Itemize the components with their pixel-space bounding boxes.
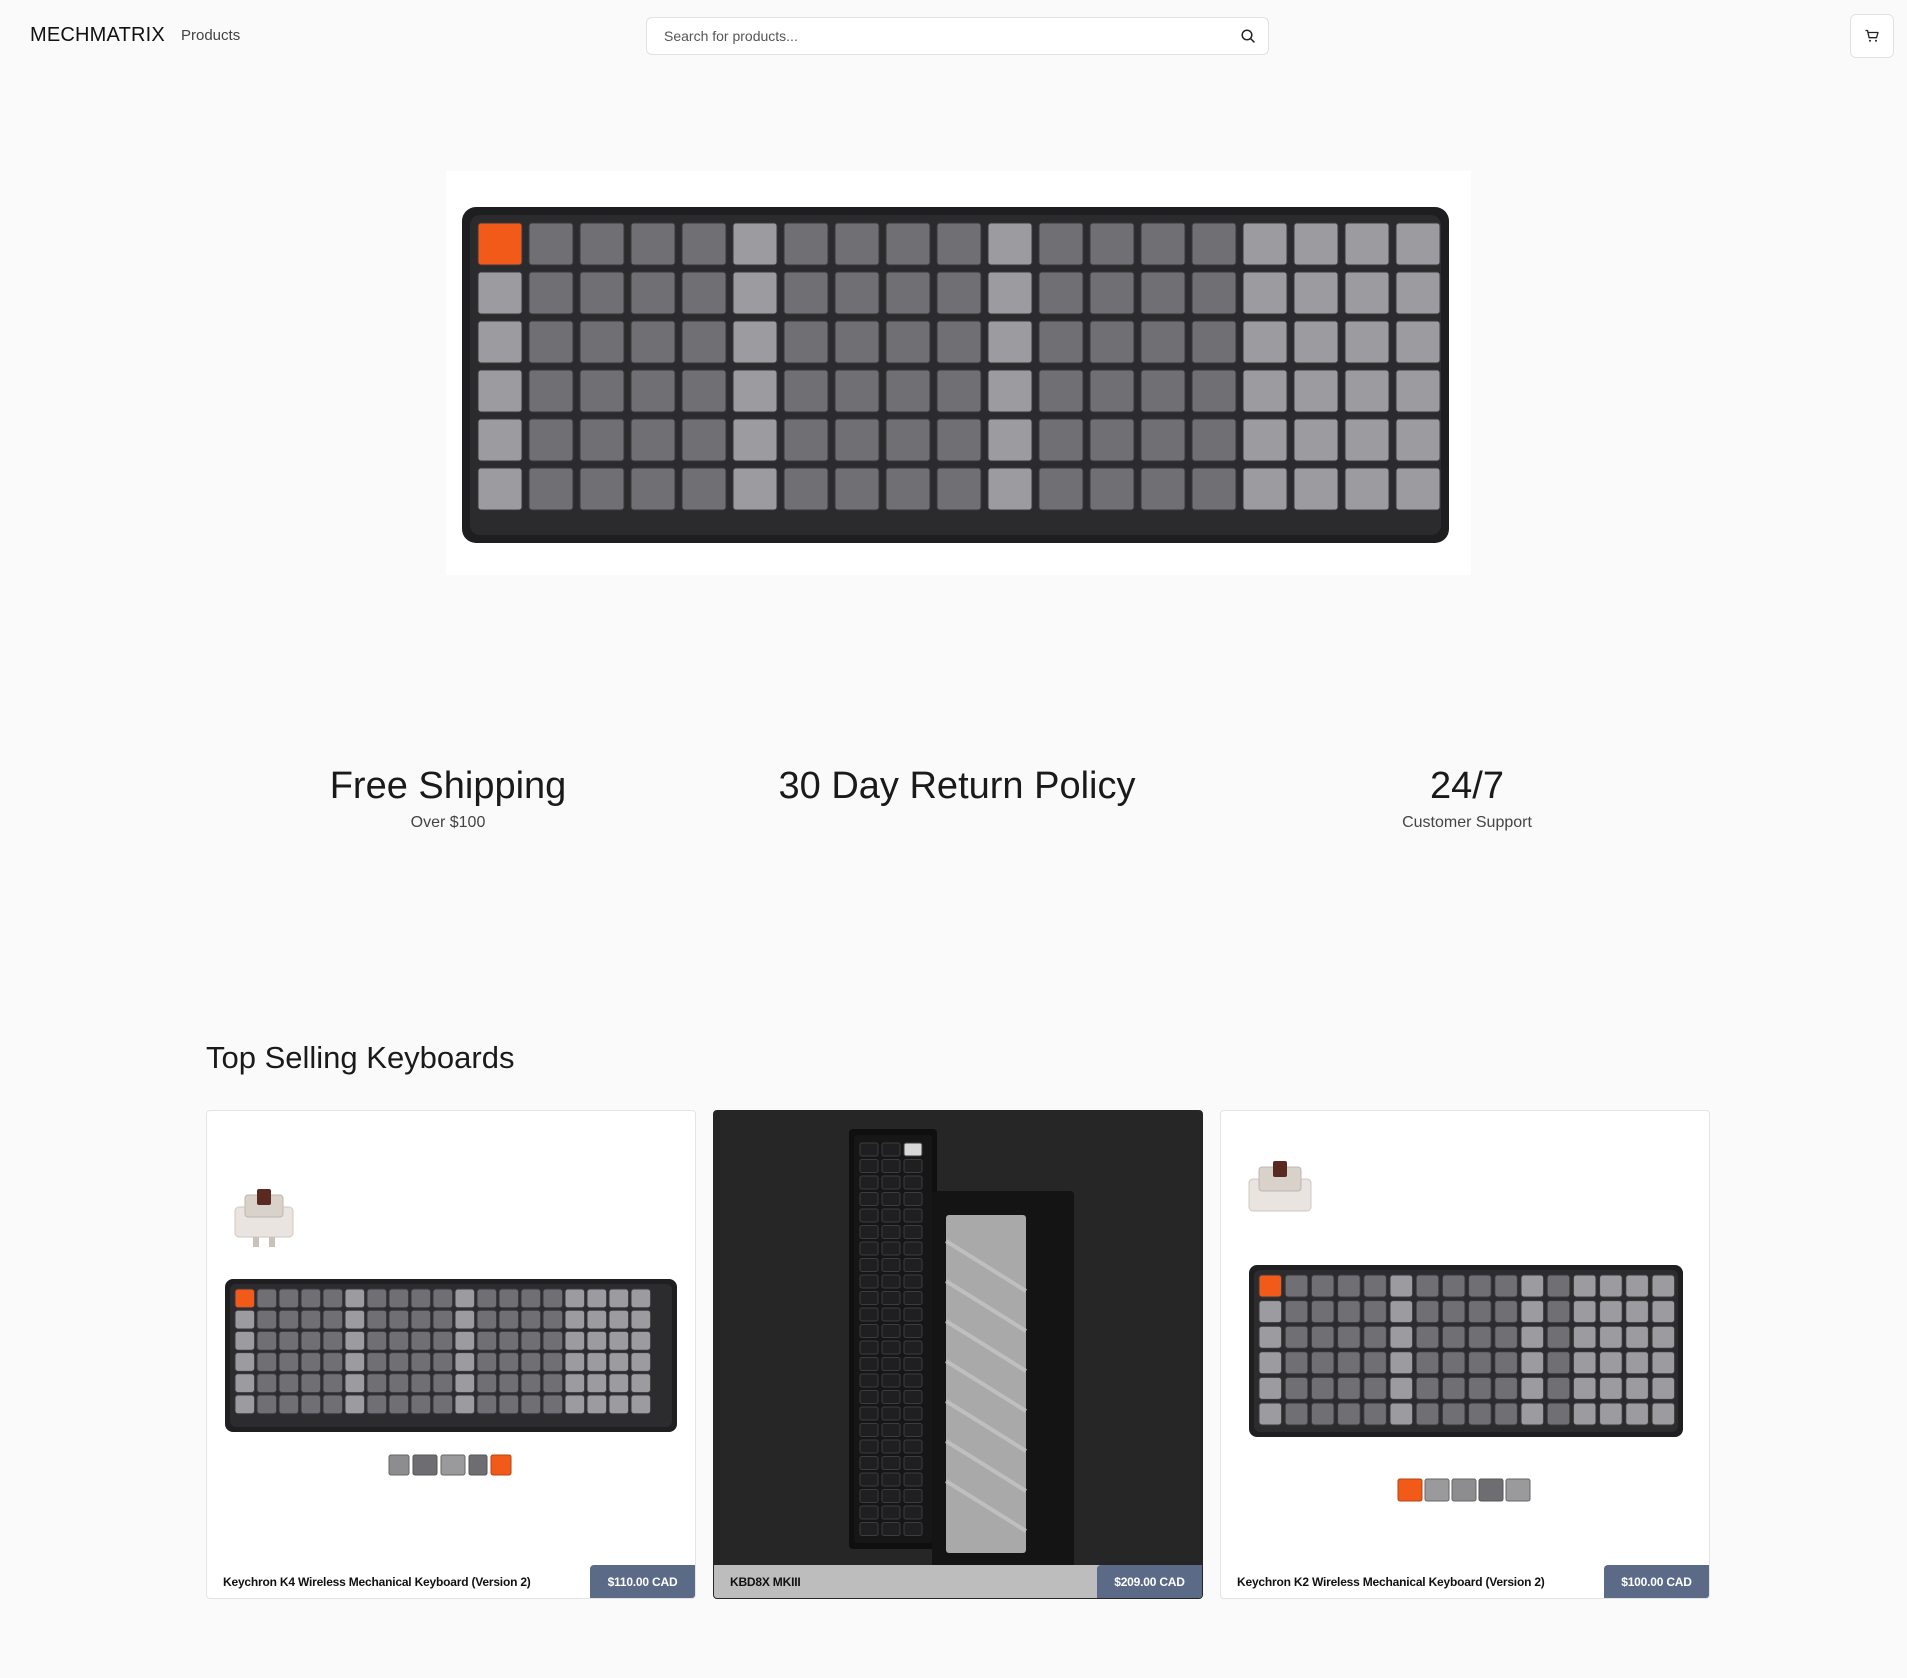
- product-image: [1248, 1161, 1683, 1502]
- search-input[interactable]: [648, 19, 1208, 53]
- section-title: Top Selling Keyboards: [206, 1040, 515, 1075]
- product-card[interactable]: Keychron K2 Wireless Mechanical Keyboard…: [1220, 1110, 1710, 1599]
- product-card[interactable]: Keychron K4 Wireless Mechanical Keyboard…: [206, 1110, 696, 1599]
- cart-icon: [1865, 29, 1879, 42]
- product-price: $110.00 CAD: [590, 1565, 695, 1598]
- product-image: [225, 1189, 677, 1476]
- product-image: [849, 1129, 1074, 1567]
- product-price: $209.00 CAD: [1097, 1565, 1202, 1598]
- product-footer: Keychron K2 Wireless Mechanical Keyboard…: [1221, 1565, 1709, 1598]
- hero-banner[interactable]: [446, 171, 1471, 575]
- search-bar: [646, 17, 1269, 55]
- cart-button[interactable]: [1850, 14, 1894, 58]
- feature-subtitle: Customer Support: [1402, 814, 1532, 831]
- feature-title: 30 Day Return Policy: [778, 765, 1136, 807]
- feature-free-shipping: Free Shipping Over $100: [300, 764, 596, 832]
- product-card[interactable]: KBD8X MKIII $209.00 CAD: [713, 1110, 1203, 1599]
- site-logo[interactable]: MECHMATRIX: [30, 24, 165, 47]
- site-header: MECHMATRIX Products: [0, 0, 1907, 72]
- product-name[interactable]: KBD8X MKIII: [730, 1575, 801, 1589]
- feature-subtitle: Over $100: [410, 814, 486, 831]
- keyboard-hero-image: [462, 207, 1449, 543]
- product-footer: KBD8X MKIII $209.00 CAD: [714, 1565, 1202, 1598]
- nav-products-link[interactable]: Products: [181, 27, 240, 44]
- product-name[interactable]: Keychron K2 Wireless Mechanical Keyboard…: [1237, 1575, 1545, 1589]
- product-name[interactable]: Keychron K4 Wireless Mechanical Keyboard…: [223, 1575, 531, 1589]
- feature-return-policy: 30 Day Return Policy: [770, 764, 1144, 814]
- feature-support: 24/7 Customer Support: [1367, 764, 1567, 832]
- search-icon[interactable]: [1240, 28, 1256, 44]
- feature-title: 24/7: [1430, 765, 1504, 807]
- product-price: $100.00 CAD: [1604, 1565, 1709, 1598]
- feature-title: Free Shipping: [329, 765, 567, 807]
- product-footer: Keychron K4 Wireless Mechanical Keyboard…: [207, 1565, 695, 1598]
